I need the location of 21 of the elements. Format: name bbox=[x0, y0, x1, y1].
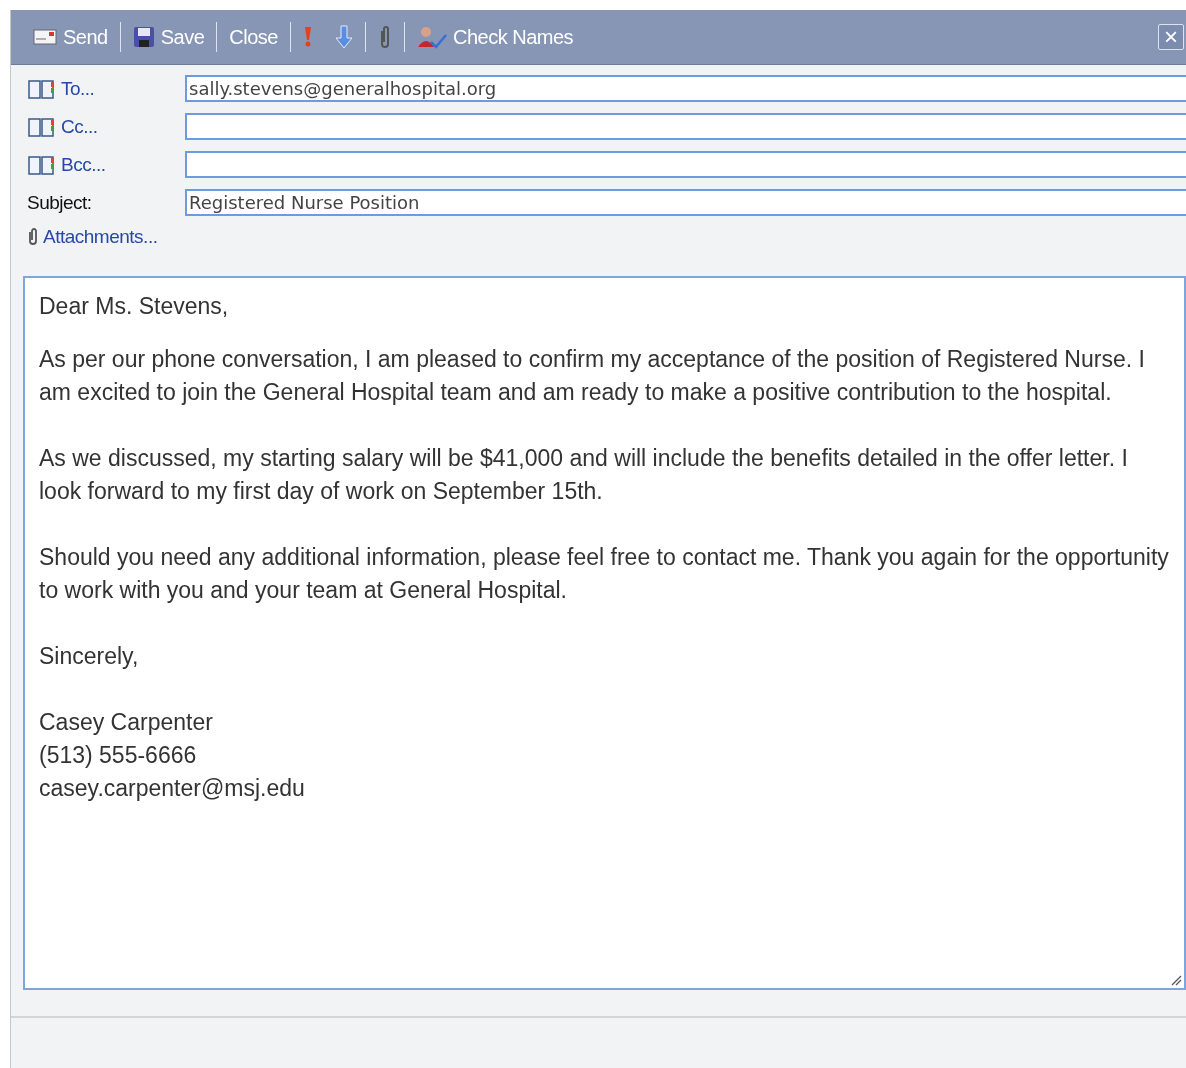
address-book-icon bbox=[27, 77, 55, 100]
input-field[interactable] bbox=[185, 151, 1186, 178]
toolbar-button[interactable] bbox=[334, 25, 353, 49]
field-label: Subject: bbox=[27, 191, 92, 214]
down-arrow-icon bbox=[334, 25, 353, 49]
resize-grip-icon[interactable] bbox=[1170, 974, 1182, 986]
message-body-field[interactable]: Dear Ms. Stevens, As per our phone conversation, I am pleased to confirm my acceptance of the position of Registered Nurse. I am excited to join the General Hospital team and am ready to make a positive contribution to the hospital. As we discussed, my starting salary will be $41,000 and will include the benefits detailed in the offer letter. I look forward to my first day of work on September 15th. Should you need any additional information, please feel free to contact me. Thank you again for the opportunity to work with you and your team at General Hospital. Sincerely, Casey Carpenter (513) 555-6666 casey.carpenter@msj.edu bbox=[23, 276, 1186, 990]
address-link[interactable]: Bcc... bbox=[61, 153, 106, 176]
envelope-icon bbox=[33, 29, 57, 45]
exclamation-icon bbox=[302, 26, 313, 48]
address-book-icon bbox=[27, 115, 55, 138]
address-link[interactable]: Cc... bbox=[61, 115, 98, 138]
input-field[interactable]: Registered Nurse Position bbox=[185, 189, 1186, 216]
toolbar-button[interactable] bbox=[302, 26, 313, 48]
attachments-link[interactable]: Attachments... bbox=[43, 226, 158, 248]
input-field[interactable] bbox=[185, 113, 1186, 140]
input-field[interactable]: sally.stevens@generalhospital.org bbox=[185, 75, 1186, 102]
person-check-icon bbox=[416, 25, 447, 49]
address-book-icon bbox=[27, 153, 55, 176]
paperclip-icon bbox=[27, 228, 39, 246]
address-link[interactable]: To... bbox=[61, 77, 95, 100]
